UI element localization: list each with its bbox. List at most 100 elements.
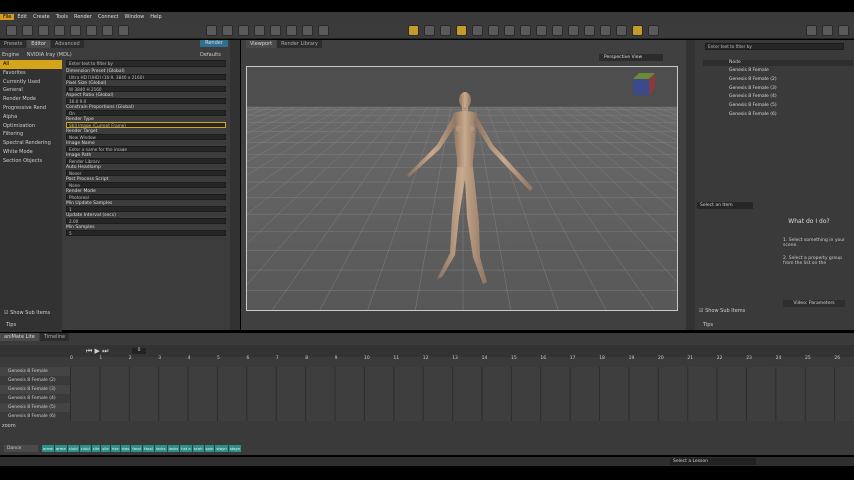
view-cube-icon[interactable] <box>633 73 655 95</box>
lesson-dropdown[interactable]: Select a Lesson <box>670 458 756 465</box>
track-row[interactable]: Genesis 8 Female (2) <box>0 376 70 385</box>
tool-icon[interactable] <box>222 25 233 36</box>
property-value[interactable]: Still Image (Current Frame) <box>66 122 226 128</box>
tool-icon[interactable] <box>270 25 281 36</box>
tool-icon[interactable] <box>302 25 313 36</box>
move-icon[interactable] <box>424 25 435 36</box>
menu-item-connect[interactable]: Connect <box>95 14 122 20</box>
tool-icon[interactable] <box>568 25 579 36</box>
scale-icon[interactable] <box>472 25 483 36</box>
scene-node[interactable]: Genesis 8 Female (2) <box>697 76 853 85</box>
redo-icon[interactable] <box>118 25 129 36</box>
video-parameters-button[interactable]: Video: Parameters <box>783 300 845 307</box>
clip-block[interactable]: clubl <box>67 445 79 452</box>
tool-icon[interactable] <box>318 25 329 36</box>
property-value[interactable]: 2.00 <box>66 218 226 224</box>
save-icon[interactable] <box>54 25 65 36</box>
clip-block[interactable]: facsl <box>143 445 154 452</box>
viewport-nav-controls[interactable] <box>668 66 678 126</box>
menu-item-edit[interactable]: Edit <box>14 14 30 20</box>
scene-node[interactable]: Genesis 8 Female <box>697 67 853 76</box>
group-item[interactable]: Alpha <box>0 113 62 122</box>
tips-tab[interactable]: Tips <box>6 322 16 328</box>
group-item[interactable]: Render Mode <box>0 95 62 104</box>
keyframe-grid[interactable] <box>70 367 854 421</box>
timeline-tab[interactable]: Timeline <box>39 333 70 341</box>
defaults-button[interactable]: Defaults <box>200 51 221 59</box>
clip-block[interactable]: spin <box>204 445 215 452</box>
clip-block[interactable]: rlse <box>110 445 120 452</box>
tool-icon[interactable] <box>504 25 515 36</box>
track-row[interactable]: Genesis 8 Female <box>0 367 70 376</box>
property-value[interactable]: Enter a name for the image <box>66 146 226 152</box>
export-icon[interactable] <box>86 25 97 36</box>
time-ruler[interactable]: 0 1 2 3 4 5 6 7 8 9 10 11 12 13 14 15 16 17 18 19 20 21 22 23 24… <box>70 356 854 363</box>
tool-icon[interactable] <box>600 25 611 36</box>
clip-block[interactable]: scah <box>192 445 204 452</box>
scene-tips-tab[interactable]: Tips <box>703 322 713 328</box>
engine-value[interactable]: NVIDIA Iray (MDL) <box>27 52 72 58</box>
frame-field[interactable]: 0 <box>132 348 146 354</box>
group-item[interactable]: Spectral Rendering <box>0 139 62 148</box>
timeline-tab[interactable]: aniMate Lite <box>0 333 39 341</box>
scene-node[interactable]: Genesis 8 Female (3) <box>697 85 853 94</box>
clip-block[interactable]: arme <box>42 445 54 452</box>
group-item[interactable]: All <box>0 60 62 69</box>
group-item[interactable]: Favorites <box>0 69 62 78</box>
tool-icon[interactable] <box>286 25 297 36</box>
property-value[interactable]: 16.0 9.0 <box>66 98 226 104</box>
group-item[interactable]: White Mode <box>0 148 62 157</box>
scene-node[interactable]: Genesis 8 Female (4) <box>697 93 853 102</box>
layout-icon[interactable] <box>838 25 849 36</box>
property-value[interactable]: None <box>66 182 226 188</box>
property-value[interactable]: Photoreal <box>66 194 226 200</box>
clip-block[interactable]: clle <box>91 445 101 452</box>
open-icon[interactable] <box>22 25 33 36</box>
scene-show-sub-items[interactable]: ☑ Show Sub Items <box>699 308 745 314</box>
view-select[interactable]: Perspective View <box>599 54 663 61</box>
render-button[interactable]: Render <box>200 40 228 47</box>
tool-icon[interactable] <box>536 25 547 36</box>
property-value[interactable]: Render Library <box>66 158 226 164</box>
scene-node[interactable]: Genesis 8 Female (5) <box>697 102 853 111</box>
show-sub-items[interactable]: ☑ Show Sub Items <box>4 310 50 316</box>
render-settings-icon[interactable] <box>632 25 643 36</box>
import-icon[interactable] <box>70 25 81 36</box>
track-row[interactable]: Genesis 8 Female (3) <box>0 385 70 394</box>
merge-icon[interactable] <box>38 25 49 36</box>
viewport[interactable]: 16 : 9 <box>246 66 678 311</box>
category-dropdown[interactable]: Dance <box>4 445 38 452</box>
clip-block[interactable]: stayn <box>215 445 228 452</box>
menu-item-render[interactable]: Render <box>71 14 95 20</box>
group-item[interactable]: Optimization <box>0 122 62 131</box>
camera-icon[interactable] <box>648 25 659 36</box>
menu-item-tools[interactable]: Tools <box>53 14 71 20</box>
filter-input[interactable]: Enter text to filter by <box>66 60 226 67</box>
tab-advanced[interactable]: Advanced <box>51 40 84 48</box>
track-row[interactable]: Genesis 8 Female (6) <box>0 412 70 421</box>
clip-block[interactable]: clubl <box>79 445 91 452</box>
clip-block[interactable]: locks <box>167 445 180 452</box>
clip-block[interactable]: hst a <box>180 445 192 452</box>
scene-filter-input[interactable]: Enter text to filter by <box>705 43 844 50</box>
new-icon[interactable] <box>6 25 17 36</box>
group-item[interactable]: Currently Used <box>0 78 62 87</box>
tool-icon[interactable] <box>552 25 563 36</box>
tab-viewport-0[interactable]: Viewport <box>246 40 277 48</box>
clip-block[interactable]: stayn <box>228 445 242 452</box>
tab-presets[interactable]: Presets <box>0 40 27 48</box>
clip-block[interactable]: locks <box>154 445 167 452</box>
menu-item-create[interactable]: Create <box>30 14 53 20</box>
select-item-dropdown[interactable]: Select an Item <box>697 202 753 209</box>
tool-icon[interactable] <box>520 25 531 36</box>
menu-item-file[interactable]: File <box>0 14 15 20</box>
property-value[interactable]: W 3840 H 2160 <box>66 86 226 92</box>
tool-icon[interactable] <box>238 25 249 36</box>
property-value[interactable]: New Window <box>66 134 226 140</box>
group-item[interactable]: Filtering <box>0 130 62 139</box>
tab-viewport-1[interactable]: Render Library <box>277 40 322 48</box>
select-icon[interactable] <box>440 25 451 36</box>
group-item[interactable]: Progressive Rend <box>0 104 62 113</box>
translate-icon[interactable] <box>488 25 499 36</box>
clip-block[interactable]: arme <box>54 445 67 452</box>
